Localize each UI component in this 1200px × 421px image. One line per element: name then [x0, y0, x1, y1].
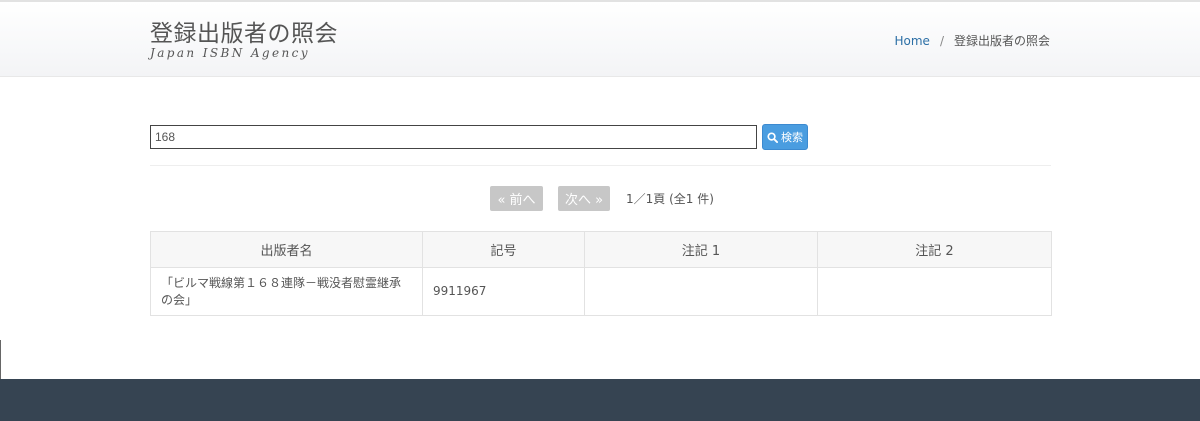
- search-icon: [767, 131, 778, 143]
- page-status: 1／1頁 (全1 件): [626, 192, 714, 206]
- breadcrumb-home-link[interactable]: Home: [895, 34, 930, 48]
- search-button-label: 検索: [781, 131, 803, 144]
- table-header-row: 出版者名 記号 注記 1 注記 2: [150, 231, 1052, 268]
- column-header-note-2: 注記 2: [817, 231, 1052, 268]
- cell-note-1: [584, 267, 818, 316]
- table-row: 「ビルマ戦線第１６８連隊－戦没者慰霊継承の会」 9911967: [150, 267, 1052, 316]
- page-title: 登録出版者の照会: [150, 21, 338, 47]
- cell-note-2: [817, 267, 1052, 316]
- breadcrumb-separator: /: [939, 33, 944, 48]
- column-header-publisher-name: 出版者名: [150, 231, 423, 268]
- divider: [150, 165, 1051, 166]
- cell-code: 9911967: [422, 267, 585, 316]
- page-subtitle: Japan ISBN Agency: [150, 46, 310, 60]
- search-input[interactable]: [150, 125, 757, 149]
- search-button[interactable]: 検索: [762, 124, 808, 150]
- edge-line: [0, 340, 1, 379]
- prev-page-button[interactable]: « 前へ: [490, 186, 543, 211]
- next-page-button[interactable]: 次へ »: [558, 186, 610, 211]
- page-header: 登録出版者の照会 Japan ISBN Agency Home / 登録出版者の…: [0, 0, 1200, 77]
- page-footer: [0, 379, 1200, 421]
- results-table: 出版者名 記号 注記 1 注記 2 「ビルマ戦線第１６８連隊－戦没者慰霊継承の会…: [150, 231, 1052, 316]
- breadcrumb: Home / 登録出版者の照会: [895, 32, 1051, 49]
- column-header-note-1: 注記 1: [584, 231, 818, 268]
- breadcrumb-current: 登録出版者の照会: [953, 34, 1050, 48]
- column-header-code: 記号: [422, 231, 585, 268]
- cell-publisher-name: 「ビルマ戦線第１６８連隊－戦没者慰霊継承の会」: [150, 267, 423, 316]
